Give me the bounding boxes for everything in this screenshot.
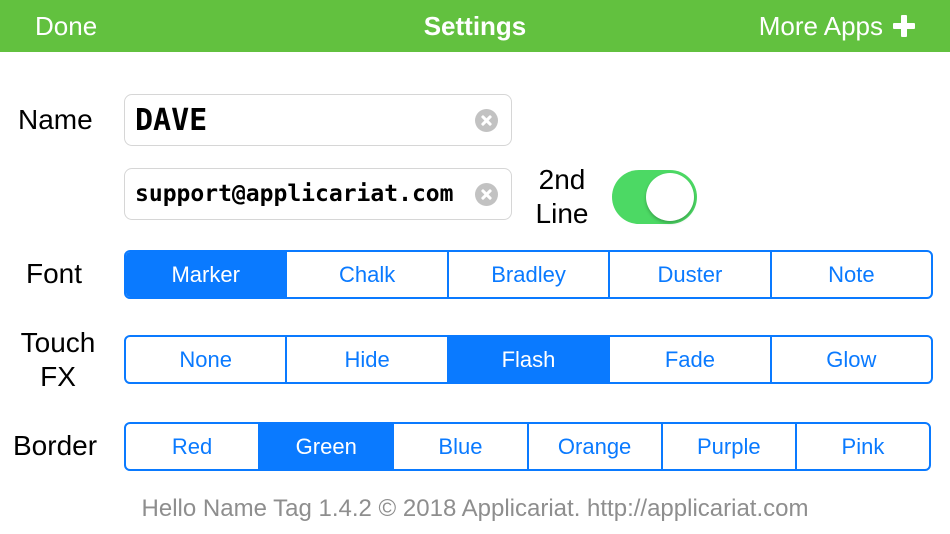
second-line-field[interactable] bbox=[124, 168, 512, 220]
touch-fx-label-1: Touch bbox=[20, 327, 96, 358]
font-option-marker[interactable]: Marker bbox=[126, 252, 286, 297]
second-line-input[interactable] bbox=[135, 169, 461, 219]
second-line-toggle[interactable] bbox=[612, 170, 697, 224]
touch-fx-label-2: FX bbox=[40, 361, 76, 392]
name-label: Name bbox=[18, 104, 93, 135]
clear-icon[interactable] bbox=[475, 109, 498, 132]
more-apps-button[interactable]: More Apps bbox=[759, 0, 915, 52]
font-segmented-control: Marker Chalk Bradley Duster Note bbox=[124, 250, 933, 299]
touch-fx-option-none[interactable]: None bbox=[126, 337, 285, 382]
font-option-note[interactable]: Note bbox=[769, 252, 931, 297]
border-option-red[interactable]: Red bbox=[126, 424, 258, 469]
touch-fx-option-glow[interactable]: Glow bbox=[769, 337, 931, 382]
font-label: Font bbox=[26, 258, 83, 289]
footer-text: Hello Name Tag 1.4.2 © 2018 Applicariat.… bbox=[141, 495, 809, 522]
more-apps-label: More Apps bbox=[758, 11, 883, 41]
done-button[interactable]: Done bbox=[35, 0, 97, 52]
plus-icon bbox=[893, 15, 915, 37]
border-option-orange[interactable]: Orange bbox=[526, 424, 661, 469]
nav-bar: Done Settings More Apps bbox=[0, 0, 950, 52]
second-line-label-1: 2nd bbox=[538, 164, 586, 195]
second-line-label-2: Line bbox=[535, 198, 589, 229]
border-label: Border bbox=[13, 430, 98, 461]
clear-icon[interactable] bbox=[475, 183, 498, 206]
touch-fx-segmented-control: None Hide Flash Fade Glow bbox=[124, 335, 933, 384]
touch-fx-option-flash[interactable]: Flash bbox=[446, 337, 609, 382]
touch-fx-option-fade[interactable]: Fade bbox=[608, 337, 769, 382]
border-option-purple[interactable]: Purple bbox=[660, 424, 795, 469]
toggle-knob bbox=[646, 173, 694, 221]
font-option-chalk[interactable]: Chalk bbox=[285, 252, 446, 297]
border-segmented-control: Red Green Blue Orange Purple Pink bbox=[124, 422, 931, 471]
border-option-blue[interactable]: Blue bbox=[392, 424, 526, 469]
font-option-bradley[interactable]: Bradley bbox=[446, 252, 608, 297]
name-input[interactable] bbox=[135, 95, 461, 145]
second-line-label: 2nd Line bbox=[532, 163, 592, 231]
touch-fx-option-hide[interactable]: Hide bbox=[285, 337, 446, 382]
touch-fx-label: Touch FX bbox=[16, 326, 100, 394]
font-option-duster[interactable]: Duster bbox=[608, 252, 769, 297]
border-option-pink[interactable]: Pink bbox=[794, 424, 929, 469]
border-option-green[interactable]: Green bbox=[258, 424, 393, 469]
name-field[interactable] bbox=[124, 94, 512, 146]
